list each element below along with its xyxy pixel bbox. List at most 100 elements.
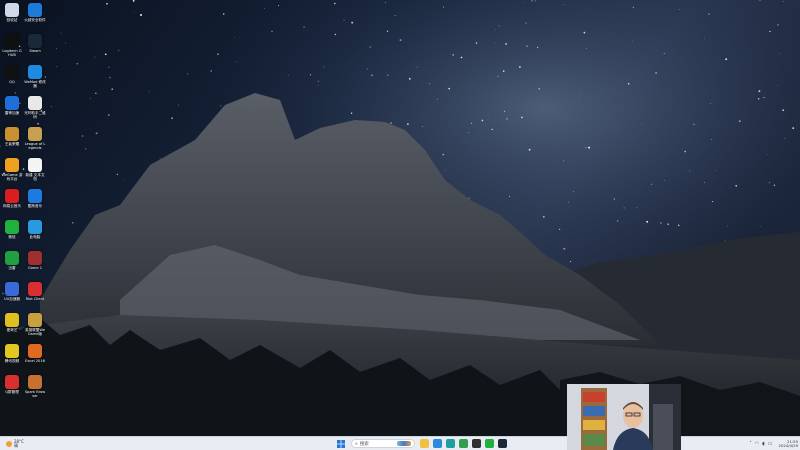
desktop-icon-label: 网易云音乐 bbox=[3, 204, 21, 208]
sun-icon bbox=[6, 440, 12, 447]
qq-group-icon bbox=[5, 375, 19, 389]
desktop-icon-label: 新建 文本文档 bbox=[25, 173, 45, 181]
qr-code-icon bbox=[28, 96, 42, 110]
leishen-icon bbox=[5, 96, 19, 110]
desktop-icon[interactable]: Steam bbox=[24, 34, 46, 53]
tencent-video-icon bbox=[5, 344, 19, 358]
wifi-icon[interactable]: ◠ bbox=[755, 441, 759, 447]
desktop-icon-label: Riot Client bbox=[25, 297, 45, 301]
desktop-icon[interactable]: 迅雷 bbox=[1, 251, 23, 270]
huorong-icon bbox=[28, 3, 42, 17]
desktop-icon-label: 英雄联盟WeGame版 bbox=[25, 328, 45, 336]
wemod-icon bbox=[28, 65, 42, 79]
desktop-icon[interactable]: 英雄联盟WeGame版 bbox=[24, 313, 46, 336]
taskbar-app-wechat[interactable] bbox=[485, 439, 494, 448]
uu-accelerator-icon bbox=[5, 282, 19, 296]
desktop-icon[interactable]: Spark Browser bbox=[24, 375, 46, 398]
clock-date: 2024/4/29 bbox=[778, 442, 798, 448]
desktop-icon-label: 回收站 bbox=[6, 18, 18, 22]
desktop-icon-label: Spark Browser bbox=[24, 390, 46, 398]
taskbar-app-chrome[interactable] bbox=[459, 439, 468, 448]
weather-condition: 晴 bbox=[14, 442, 18, 448]
riot-client-icon bbox=[28, 282, 42, 296]
desktop-icon[interactable]: 爱奇艺 bbox=[1, 313, 23, 332]
start-button[interactable] bbox=[336, 439, 345, 448]
netease-music-icon bbox=[5, 189, 19, 203]
taskbar-app-steam[interactable] bbox=[498, 439, 507, 448]
league-of-legends-icon bbox=[28, 127, 42, 141]
desktop-icon[interactable]: 雷神加速 bbox=[1, 96, 23, 115]
chevron-up-icon[interactable]: ˄ bbox=[749, 441, 752, 447]
desktop-icon-label: 雷神加速 bbox=[4, 111, 20, 115]
wegame-icon bbox=[5, 158, 19, 172]
taskbar-app-file-explorer[interactable] bbox=[420, 439, 429, 448]
qq-icon bbox=[5, 65, 19, 79]
search-placeholder: 搜索 bbox=[359, 441, 369, 447]
desktop-icon-label: WeMod 修改器 bbox=[24, 80, 46, 88]
xunlei-icon bbox=[5, 251, 19, 265]
desktop-icon-label: Logitech G HUB bbox=[2, 49, 22, 57]
desktop-wallpaper bbox=[0, 0, 800, 436]
webcam-feed bbox=[567, 384, 681, 450]
game-icon bbox=[28, 251, 42, 265]
desktop-icon-label: 王者荣耀 bbox=[4, 142, 20, 146]
desktop-icon-label: League of Legends bbox=[24, 142, 46, 150]
text-file-icon bbox=[28, 158, 42, 172]
desktop-icon[interactable]: WeMod 修改器 bbox=[24, 65, 46, 88]
clock[interactable]: 21:55 2024/4/29 bbox=[778, 439, 798, 448]
desktop-icon-label: 微信 bbox=[8, 235, 16, 239]
desktop-icon-label: 腾讯视频 bbox=[4, 359, 20, 363]
taskbar-app-browser[interactable] bbox=[433, 439, 442, 448]
desktop-icon[interactable]: 回收站 bbox=[1, 3, 23, 22]
desktop-icon-label: Steam bbox=[29, 49, 41, 53]
search-input[interactable]: ⌕ 搜索 bbox=[351, 439, 415, 448]
desktop-icon-label: QQ bbox=[9, 80, 15, 84]
system-tray: ˄ ◠ ◖ ▭ 21:55 2024/4/29 bbox=[708, 439, 798, 448]
desktop-icon-label: 此电脑 bbox=[29, 235, 41, 239]
desktop-icon[interactable]: 王者荣耀 bbox=[1, 127, 23, 146]
desktop-icon[interactable]: UU加速器 bbox=[1, 282, 23, 301]
logitech-ghub-icon bbox=[5, 34, 19, 48]
search-icon: ⌕ bbox=[355, 440, 358, 447]
weather-widget[interactable]: 28°C 晴 bbox=[6, 439, 30, 448]
desktop-icon[interactable]: Logitech G HUB bbox=[1, 34, 23, 57]
recycle-bin-icon bbox=[5, 3, 19, 17]
desktop-icon-label: Excel 2016 bbox=[25, 359, 45, 363]
desktop-icon[interactable]: Game 1 bbox=[24, 251, 46, 270]
windows-logo-icon bbox=[336, 439, 345, 448]
iqiyi-icon bbox=[5, 313, 19, 327]
desktop-icon[interactable]: 新建 文本文档 bbox=[24, 158, 46, 181]
desktop-icon-label: 光环助手二维码 bbox=[24, 111, 46, 119]
kugou-icon bbox=[28, 189, 42, 203]
taskbar-app-edge[interactable] bbox=[446, 439, 455, 448]
desktop-icon-label: Q群管理 bbox=[5, 390, 19, 394]
desktop-icon[interactable]: 腾讯视频 bbox=[1, 344, 23, 363]
this-pc-icon bbox=[28, 220, 42, 234]
desktop-icon[interactable]: Excel 2016 bbox=[24, 344, 46, 363]
desktop-icon[interactable]: QQ bbox=[1, 65, 23, 84]
desktop-icon[interactable]: 此电脑 bbox=[24, 220, 46, 239]
wechat-icon bbox=[5, 220, 19, 234]
speaker-icon[interactable]: ◖ bbox=[762, 441, 765, 447]
taskbar-app-obs[interactable] bbox=[472, 439, 481, 448]
desktop-icon[interactable]: Q群管理 bbox=[1, 375, 23, 394]
desktop-icon-label: 酷狗音乐 bbox=[27, 204, 43, 208]
desktop-icon-label: 火绒安全软件 bbox=[24, 18, 46, 22]
desktop-icon-label: Game 1 bbox=[27, 266, 43, 270]
desktop-icon[interactable]: League of Legends bbox=[24, 127, 46, 150]
office-icon bbox=[28, 344, 42, 358]
steam-icon bbox=[28, 34, 42, 48]
battery-icon[interactable]: ▭ bbox=[768, 441, 773, 447]
search-highlight-icon bbox=[397, 441, 411, 446]
desktop-icon[interactable]: 酷狗音乐 bbox=[24, 189, 46, 208]
desktop-icon[interactable]: WeGame 游戏平台 bbox=[1, 158, 23, 181]
desktop-icon[interactable]: 火绒安全软件 bbox=[24, 3, 46, 22]
lol-wegame-icon bbox=[28, 313, 42, 327]
desktop-icon[interactable]: 网易云音乐 bbox=[1, 189, 23, 208]
desktop-icon-label: WeGame 游戏平台 bbox=[1, 173, 23, 181]
desktop-icon[interactable]: 光环助手二维码 bbox=[24, 96, 46, 119]
desktop-icon-label: UU加速器 bbox=[3, 297, 21, 301]
honor-of-kings-icon bbox=[5, 127, 19, 141]
desktop-icon[interactable]: Riot Client bbox=[24, 282, 46, 301]
desktop-icon[interactable]: 微信 bbox=[1, 220, 23, 239]
